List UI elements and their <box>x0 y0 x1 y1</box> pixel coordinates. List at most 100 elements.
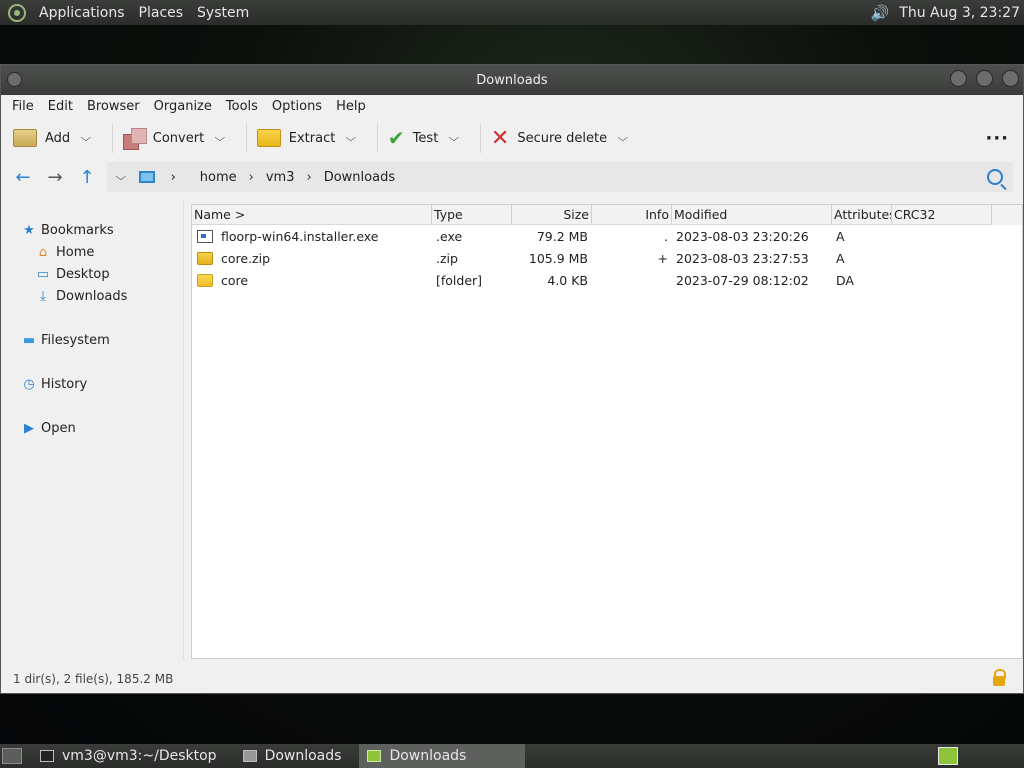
column-info[interactable]: Info <box>592 205 672 225</box>
desktop-icon: ▭ <box>36 266 50 282</box>
menu-organize[interactable]: Organize <box>147 99 219 114</box>
archiver-app-icon <box>367 750 382 762</box>
menu-browser[interactable]: Browser <box>80 99 147 114</box>
extract-label: Extract <box>288 130 336 146</box>
file-attributes: A <box>836 228 845 244</box>
status-text: 1 dir(s), 2 file(s), 185.2 MB <box>13 672 174 686</box>
sidebar-group-open[interactable]: ▶ Open <box>1 417 183 439</box>
terminal-icon <box>40 750 54 762</box>
sidebar-item-label: Home <box>56 244 95 260</box>
history-dropdown-icon[interactable]: ⌵ <box>115 172 126 183</box>
column-size[interactable]: Size <box>512 205 592 225</box>
search-icon[interactable] <box>987 169 1003 185</box>
back-arrow-icon[interactable]: ← <box>7 167 39 188</box>
top-panel: Applications Places System 🔊 Thu Aug 3, … <box>0 0 1024 25</box>
add-label: Add <box>45 130 71 146</box>
extract-button[interactable]: Extract ⌵ <box>253 122 371 154</box>
distro-logo-icon[interactable] <box>8 3 26 22</box>
sidebar-item-desktop[interactable]: ▭ Desktop <box>1 263 183 285</box>
taskbar-task-terminal[interactable]: vm3@vm3:~/Desktop <box>32 744 225 768</box>
menu-tools[interactable]: Tools <box>219 99 265 114</box>
window-menu-button[interactable] <box>7 72 22 87</box>
menu-edit[interactable]: Edit <box>41 99 80 114</box>
column-name[interactable]: Name > <box>192 205 432 225</box>
maximize-button[interactable] <box>976 70 993 87</box>
tray-app-icon[interactable] <box>938 747 958 765</box>
add-dropdown-chevron-icon[interactable]: ⌵ <box>81 133 92 144</box>
convert-dropdown-chevron-icon[interactable]: ⌵ <box>215 133 226 144</box>
up-arrow-icon[interactable]: ↑ <box>71 167 103 188</box>
sidebar-item-downloads[interactable]: ⤓ Downloads <box>1 285 183 307</box>
file-name: core <box>221 272 249 288</box>
extract-folder-icon <box>256 129 281 147</box>
sidebar-group-label: History <box>41 376 88 392</box>
breadcrumb-downloads[interactable]: Downloads <box>324 170 395 185</box>
menu-help[interactable]: Help <box>329 99 373 114</box>
add-button[interactable]: Add ⌵ <box>9 122 106 154</box>
delete-x-icon: ✕ <box>490 125 510 151</box>
folder-icon <box>197 273 213 287</box>
zip-archive-icon <box>197 251 213 265</box>
test-button[interactable]: ✔ Test ⌵ <box>384 122 474 154</box>
file-modified: 2023-08-03 23:27:53 <box>676 250 809 266</box>
more-options-icon[interactable]: ··· <box>985 128 1009 149</box>
sidebar-item-home[interactable]: ⌂ Home <box>1 241 183 263</box>
test-label: Test <box>412 130 439 146</box>
file-type: .exe <box>436 228 463 244</box>
file-manager-window: Downloads File Edit Browser Organize Too… <box>0 64 1024 694</box>
clock[interactable]: Thu Aug 3, 23:27 <box>899 5 1020 21</box>
table-row[interactable]: core.zip .zip 105.9 MB + 2023-08-03 23:2… <box>192 247 1022 269</box>
menu-options[interactable]: Options <box>265 99 329 114</box>
history-clock-icon: ◷ <box>23 376 35 392</box>
table-row[interactable]: floorp-win64.installer.exe .exe 79.2 MB … <box>192 225 1022 247</box>
file-name: core.zip <box>221 250 271 266</box>
taskbar-task-downloads-folder[interactable]: Downloads <box>235 744 350 768</box>
column-attributes[interactable]: Attributes <box>832 205 892 225</box>
breadcrumb: ⌵ › home › vm3 › Downloads <box>107 162 1013 192</box>
sidebar-group-history[interactable]: ◷ History <box>1 373 183 395</box>
test-dropdown-chevron-icon[interactable]: ⌵ <box>449 133 460 144</box>
file-type: [folder] <box>436 272 483 288</box>
close-button[interactable] <box>1002 70 1019 87</box>
unlock-icon[interactable] <box>993 669 1006 686</box>
menu-file[interactable]: File <box>5 99 41 114</box>
secure-delete-button[interactable]: ✕ Secure delete ⌵ <box>487 122 643 154</box>
window-titlebar[interactable]: Downloads <box>1 65 1023 95</box>
show-desktop-button[interactable] <box>2 748 22 764</box>
breadcrumb-vm3[interactable]: vm3 <box>266 170 295 185</box>
exe-file-icon <box>197 229 213 243</box>
table-row[interactable]: core [folder] 4.0 KB 2023-07-29 08:12:02… <box>192 269 1022 291</box>
taskbar-task-downloads-active[interactable]: Downloads <box>359 744 526 768</box>
sidebar-group-label: Bookmarks <box>41 222 114 238</box>
task-label: Downloads <box>264 748 342 764</box>
convert-button[interactable]: Convert ⌵ <box>119 122 240 154</box>
menu-system[interactable]: System <box>190 5 256 21</box>
volume-icon[interactable]: 🔊 <box>871 4 890 22</box>
menu-places[interactable]: Places <box>132 5 191 21</box>
file-modified: 2023-08-03 23:20:26 <box>676 228 809 244</box>
column-type[interactable]: Type <box>432 205 512 225</box>
toolbar: Add ⌵ Convert ⌵ Extract ⌵ ✔ Test ⌵ ✕ Sec… <box>1 117 1023 159</box>
computer-icon[interactable] <box>138 171 155 183</box>
folder-icon: ▬ <box>22 332 36 348</box>
status-bar: 1 dir(s), 2 file(s), 185.2 MB <box>1 665 1023 693</box>
folder-icon <box>242 750 257 762</box>
file-size: 105.9 MB <box>528 250 588 266</box>
convert-label: Convert <box>152 130 205 146</box>
sidebar-group-filesystem[interactable]: ▬ Filesystem <box>1 329 183 351</box>
column-crc32[interactable]: CRC32 <box>892 205 992 225</box>
file-size: 4.0 KB <box>547 272 588 288</box>
secure-delete-dropdown-chevron-icon[interactable]: ⌵ <box>618 133 629 144</box>
menu-applications[interactable]: Applications <box>32 5 132 21</box>
sidebar-group-bookmarks[interactable]: ★ Bookmarks <box>1 219 183 241</box>
download-icon: ⤓ <box>40 288 46 304</box>
task-label: vm3@vm3:~/Desktop <box>62 748 217 764</box>
minimize-button[interactable] <box>950 70 967 87</box>
taskbar: vm3@vm3:~/Desktop Downloads Downloads <box>0 744 1024 768</box>
archive-add-icon <box>13 129 37 147</box>
breadcrumb-home[interactable]: home <box>200 170 237 185</box>
forward-arrow-icon[interactable]: → <box>39 167 71 188</box>
column-modified[interactable]: Modified <box>672 205 832 225</box>
extract-dropdown-chevron-icon[interactable]: ⌵ <box>346 133 357 144</box>
menubar: File Edit Browser Organize Tools Options… <box>1 95 1023 117</box>
